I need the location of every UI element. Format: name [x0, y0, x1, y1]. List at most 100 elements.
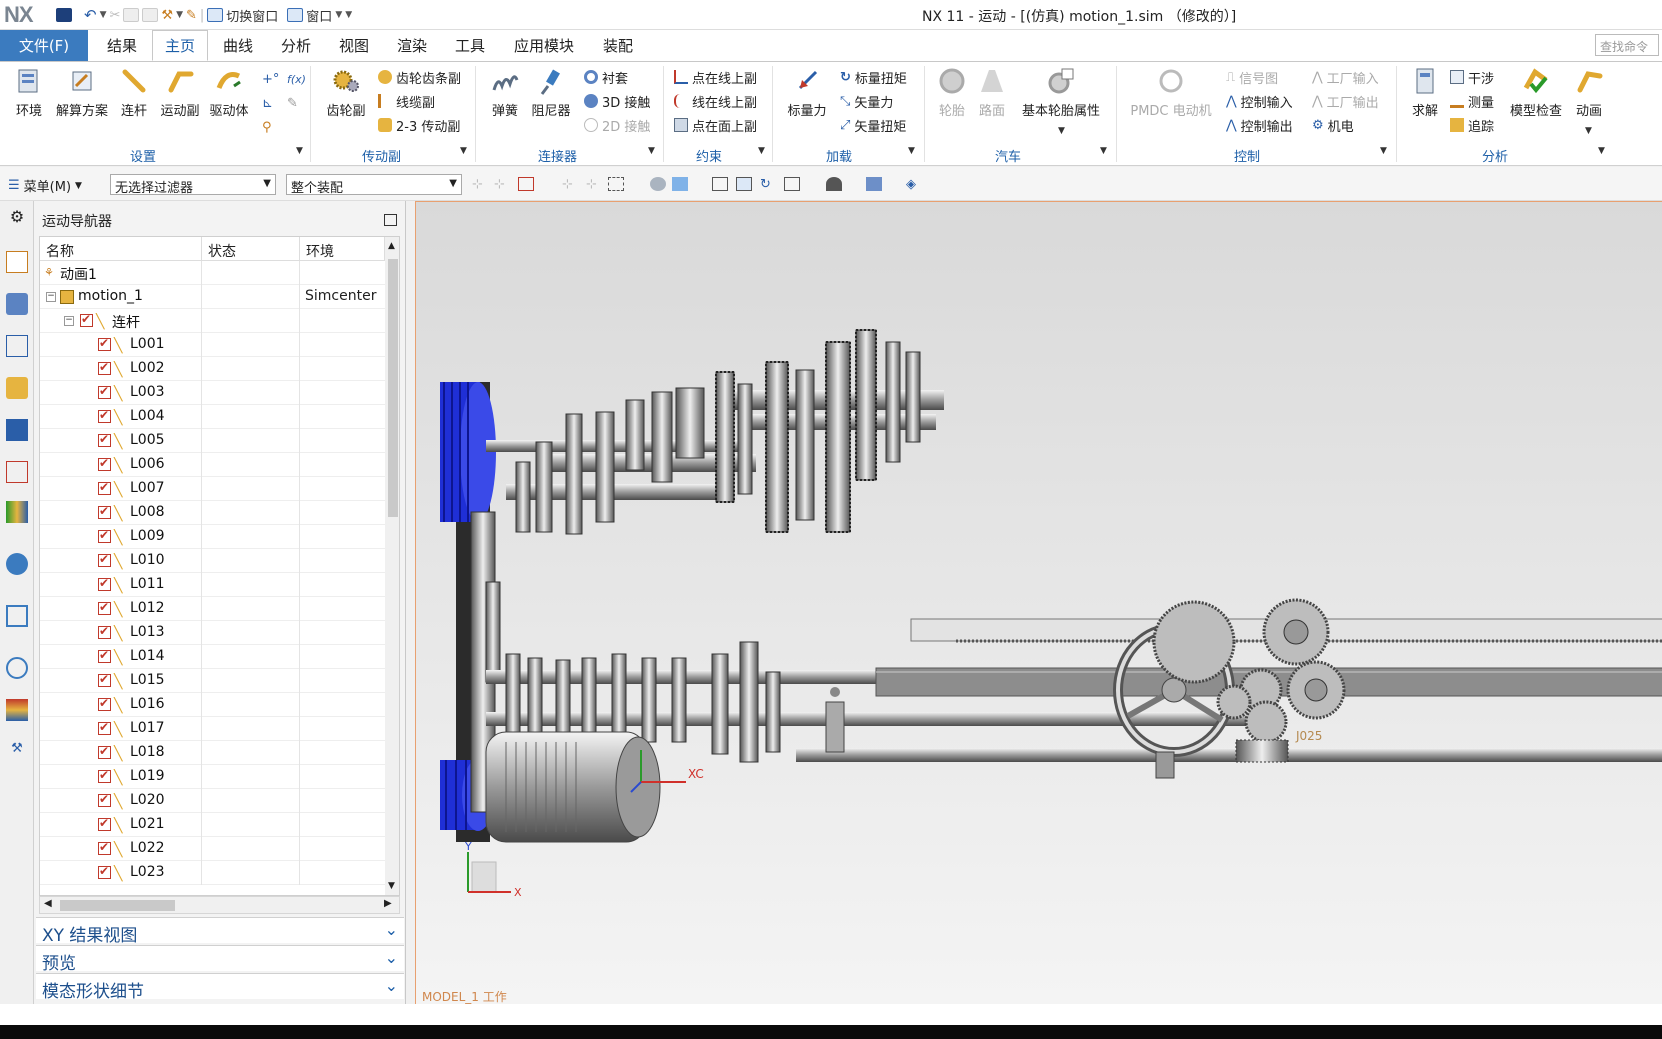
motion-pair-button[interactable]: 运动副: [155, 66, 205, 119]
tree-node-link[interactable]: ╲ L008: [40, 501, 385, 525]
tree-vertical-scrollbar[interactable]: ▲ ▼: [385, 237, 399, 895]
part-navigator-icon[interactable]: [6, 377, 28, 399]
interference-button[interactable]: 干涉: [1450, 66, 1494, 88]
window-icon[interactable]: [287, 8, 304, 22]
fit-view-icon[interactable]: [712, 177, 728, 191]
process-studio-icon[interactable]: [6, 699, 28, 721]
tree-node-link[interactable]: ╲ L003: [40, 381, 385, 405]
contact-3d-button[interactable]: 3D 接触: [584, 90, 650, 112]
link-checkbox[interactable]: [98, 792, 111, 807]
scroll-down-icon[interactable]: ▼: [388, 881, 395, 891]
solution-button[interactable]: 解算方案: [52, 66, 112, 119]
tab-curve[interactable]: 曲线: [212, 30, 264, 61]
command-search-input[interactable]: 查找命令: [1595, 34, 1659, 56]
tree-node-link[interactable]: ╲ L002: [40, 357, 385, 381]
history-icon[interactable]: [6, 553, 28, 575]
rack-pinion-button[interactable]: 齿轮齿条副: [378, 66, 461, 88]
type-filter-select[interactable]: 无选择过滤器 ▼: [110, 174, 276, 196]
xy-result-view-section[interactable]: XY 结果视图 ⌄: [36, 917, 404, 946]
spring-button[interactable]: 弹簧: [480, 66, 530, 119]
tree-node-link[interactable]: ╲ L022: [40, 837, 385, 861]
save-icon[interactable]: [56, 8, 72, 22]
trace-button[interactable]: 追踪: [1450, 114, 1494, 136]
link-checkbox[interactable]: [98, 528, 111, 543]
point-on-curve-button[interactable]: 点在线上副: [674, 66, 757, 88]
collapse-icon[interactable]: −: [64, 316, 74, 326]
tree-node-link[interactable]: ╲ L011: [40, 573, 385, 597]
repeat-dropdown-icon[interactable]: ▼: [176, 10, 183, 20]
tree-horizontal-scrollbar[interactable]: ◀ ▶: [39, 896, 400, 914]
constraint-navigator-icon[interactable]: [6, 335, 28, 357]
tree-node-link[interactable]: ╲ L006: [40, 453, 385, 477]
load-group-dropdown-icon[interactable]: ▼: [908, 146, 915, 156]
tree-node-link[interactable]: ╲ L010: [40, 549, 385, 573]
tab-analysis[interactable]: 分析: [268, 30, 324, 61]
tab-file[interactable]: 文件(F): [0, 30, 88, 61]
scalar-force-button[interactable]: 标量力: [782, 66, 832, 119]
tree-node-motion[interactable]: − motion_1 Simcenter: [40, 285, 385, 309]
tree-node-links[interactable]: − ╲ 连杆: [40, 309, 385, 333]
render-style-icon[interactable]: [650, 177, 666, 191]
cable-button[interactable]: 线缆副: [378, 90, 435, 112]
bushing-button[interactable]: 衬套: [584, 66, 628, 88]
tire-properties-button[interactable]: 基本轮胎属性: [1016, 66, 1106, 119]
tree-node-link[interactable]: ╲ L014: [40, 645, 385, 669]
environment-button[interactable]: 环境: [4, 66, 54, 119]
setup-group-dropdown-icon[interactable]: ▼: [296, 146, 303, 156]
tree-node-link[interactable]: ╲ L004: [40, 405, 385, 429]
tab-render[interactable]: 渲染: [384, 30, 440, 61]
link-checkbox[interactable]: [98, 816, 111, 831]
motion-navigator-tab-icon[interactable]: [6, 251, 28, 273]
column-header-name[interactable]: 名称: [40, 237, 202, 261]
connector-group-dropdown-icon[interactable]: ▼: [648, 146, 655, 156]
control-input-button[interactable]: ⋀ 控制输入: [1226, 90, 1293, 112]
select-feature-icon[interactable]: [518, 177, 534, 191]
marker-button[interactable]: +°: [262, 68, 279, 90]
edit-small-button[interactable]: ✎: [287, 92, 298, 114]
scalar-torque-button[interactable]: ↻ 标量扭矩: [840, 66, 907, 88]
automotive-group-dropdown-icon[interactable]: ▼: [1100, 146, 1107, 156]
driver-button[interactable]: 驱动体: [204, 66, 254, 119]
link-checkbox[interactable]: [98, 624, 111, 639]
mechatronics-button[interactable]: ⚙ 机电: [1312, 114, 1354, 136]
link-checkbox[interactable]: [98, 384, 111, 399]
orient-view-icon[interactable]: [784, 177, 800, 191]
menu-button[interactable]: ☰ 菜单(M) ▼: [8, 176, 82, 195]
link-checkbox[interactable]: [98, 576, 111, 591]
scroll-up-icon[interactable]: ▲: [388, 241, 395, 251]
tab-tools[interactable]: 工具: [442, 30, 498, 61]
tree-node-link[interactable]: ╲ L013: [40, 621, 385, 645]
tab-assembly[interactable]: 装配: [590, 30, 646, 61]
scrollbar-thumb[interactable]: [60, 900, 175, 911]
link-checkbox[interactable]: [98, 744, 111, 759]
scroll-left-icon[interactable]: ◀: [44, 898, 52, 909]
rotate-icon[interactable]: ↻: [760, 177, 776, 192]
maximize-icon[interactable]: [384, 214, 397, 226]
animation-dropdown-icon[interactable]: ▼: [1585, 126, 1592, 136]
link-checkbox[interactable]: [98, 360, 111, 375]
touch-mode-icon[interactable]: ✎: [186, 8, 197, 23]
model-check-button[interactable]: 模型检查: [1504, 66, 1568, 119]
hide-show-icon[interactable]: ◈: [906, 177, 922, 192]
switch-window-button[interactable]: 切换窗口: [226, 6, 278, 25]
tree-node-link[interactable]: ╲ L016: [40, 693, 385, 717]
link-checkbox[interactable]: [98, 480, 111, 495]
repeat-command-icon[interactable]: ⚒: [161, 8, 173, 23]
roles-icon[interactable]: ⚒: [6, 741, 28, 763]
scrollbar-thumb[interactable]: [388, 259, 398, 517]
tab-view[interactable]: 视图: [326, 30, 382, 61]
animation-button[interactable]: 动画: [1566, 66, 1612, 119]
customize-qa-icon[interactable]: ▼: [345, 10, 352, 20]
graphics-window[interactable]: J025 XC Y X MODEL_1 工作: [415, 201, 1662, 1004]
column-header-status[interactable]: 状态: [202, 237, 300, 261]
display-mode-icon[interactable]: [826, 177, 842, 191]
tree-node-link[interactable]: ╲ L020: [40, 789, 385, 813]
mode-shape-details-section[interactable]: 模态形状细节 ⌄: [36, 973, 404, 1002]
collapse-icon[interactable]: −: [46, 292, 56, 302]
control-output-button[interactable]: ⋀ 控制输出: [1226, 114, 1293, 136]
tree-node-link[interactable]: ╲ L017: [40, 717, 385, 741]
zoom-icon[interactable]: [736, 177, 752, 191]
link-checkbox[interactable]: [98, 696, 111, 711]
tree-node-link[interactable]: ╲ L009: [40, 525, 385, 549]
gear-pair-button[interactable]: 齿轮副: [318, 66, 374, 119]
